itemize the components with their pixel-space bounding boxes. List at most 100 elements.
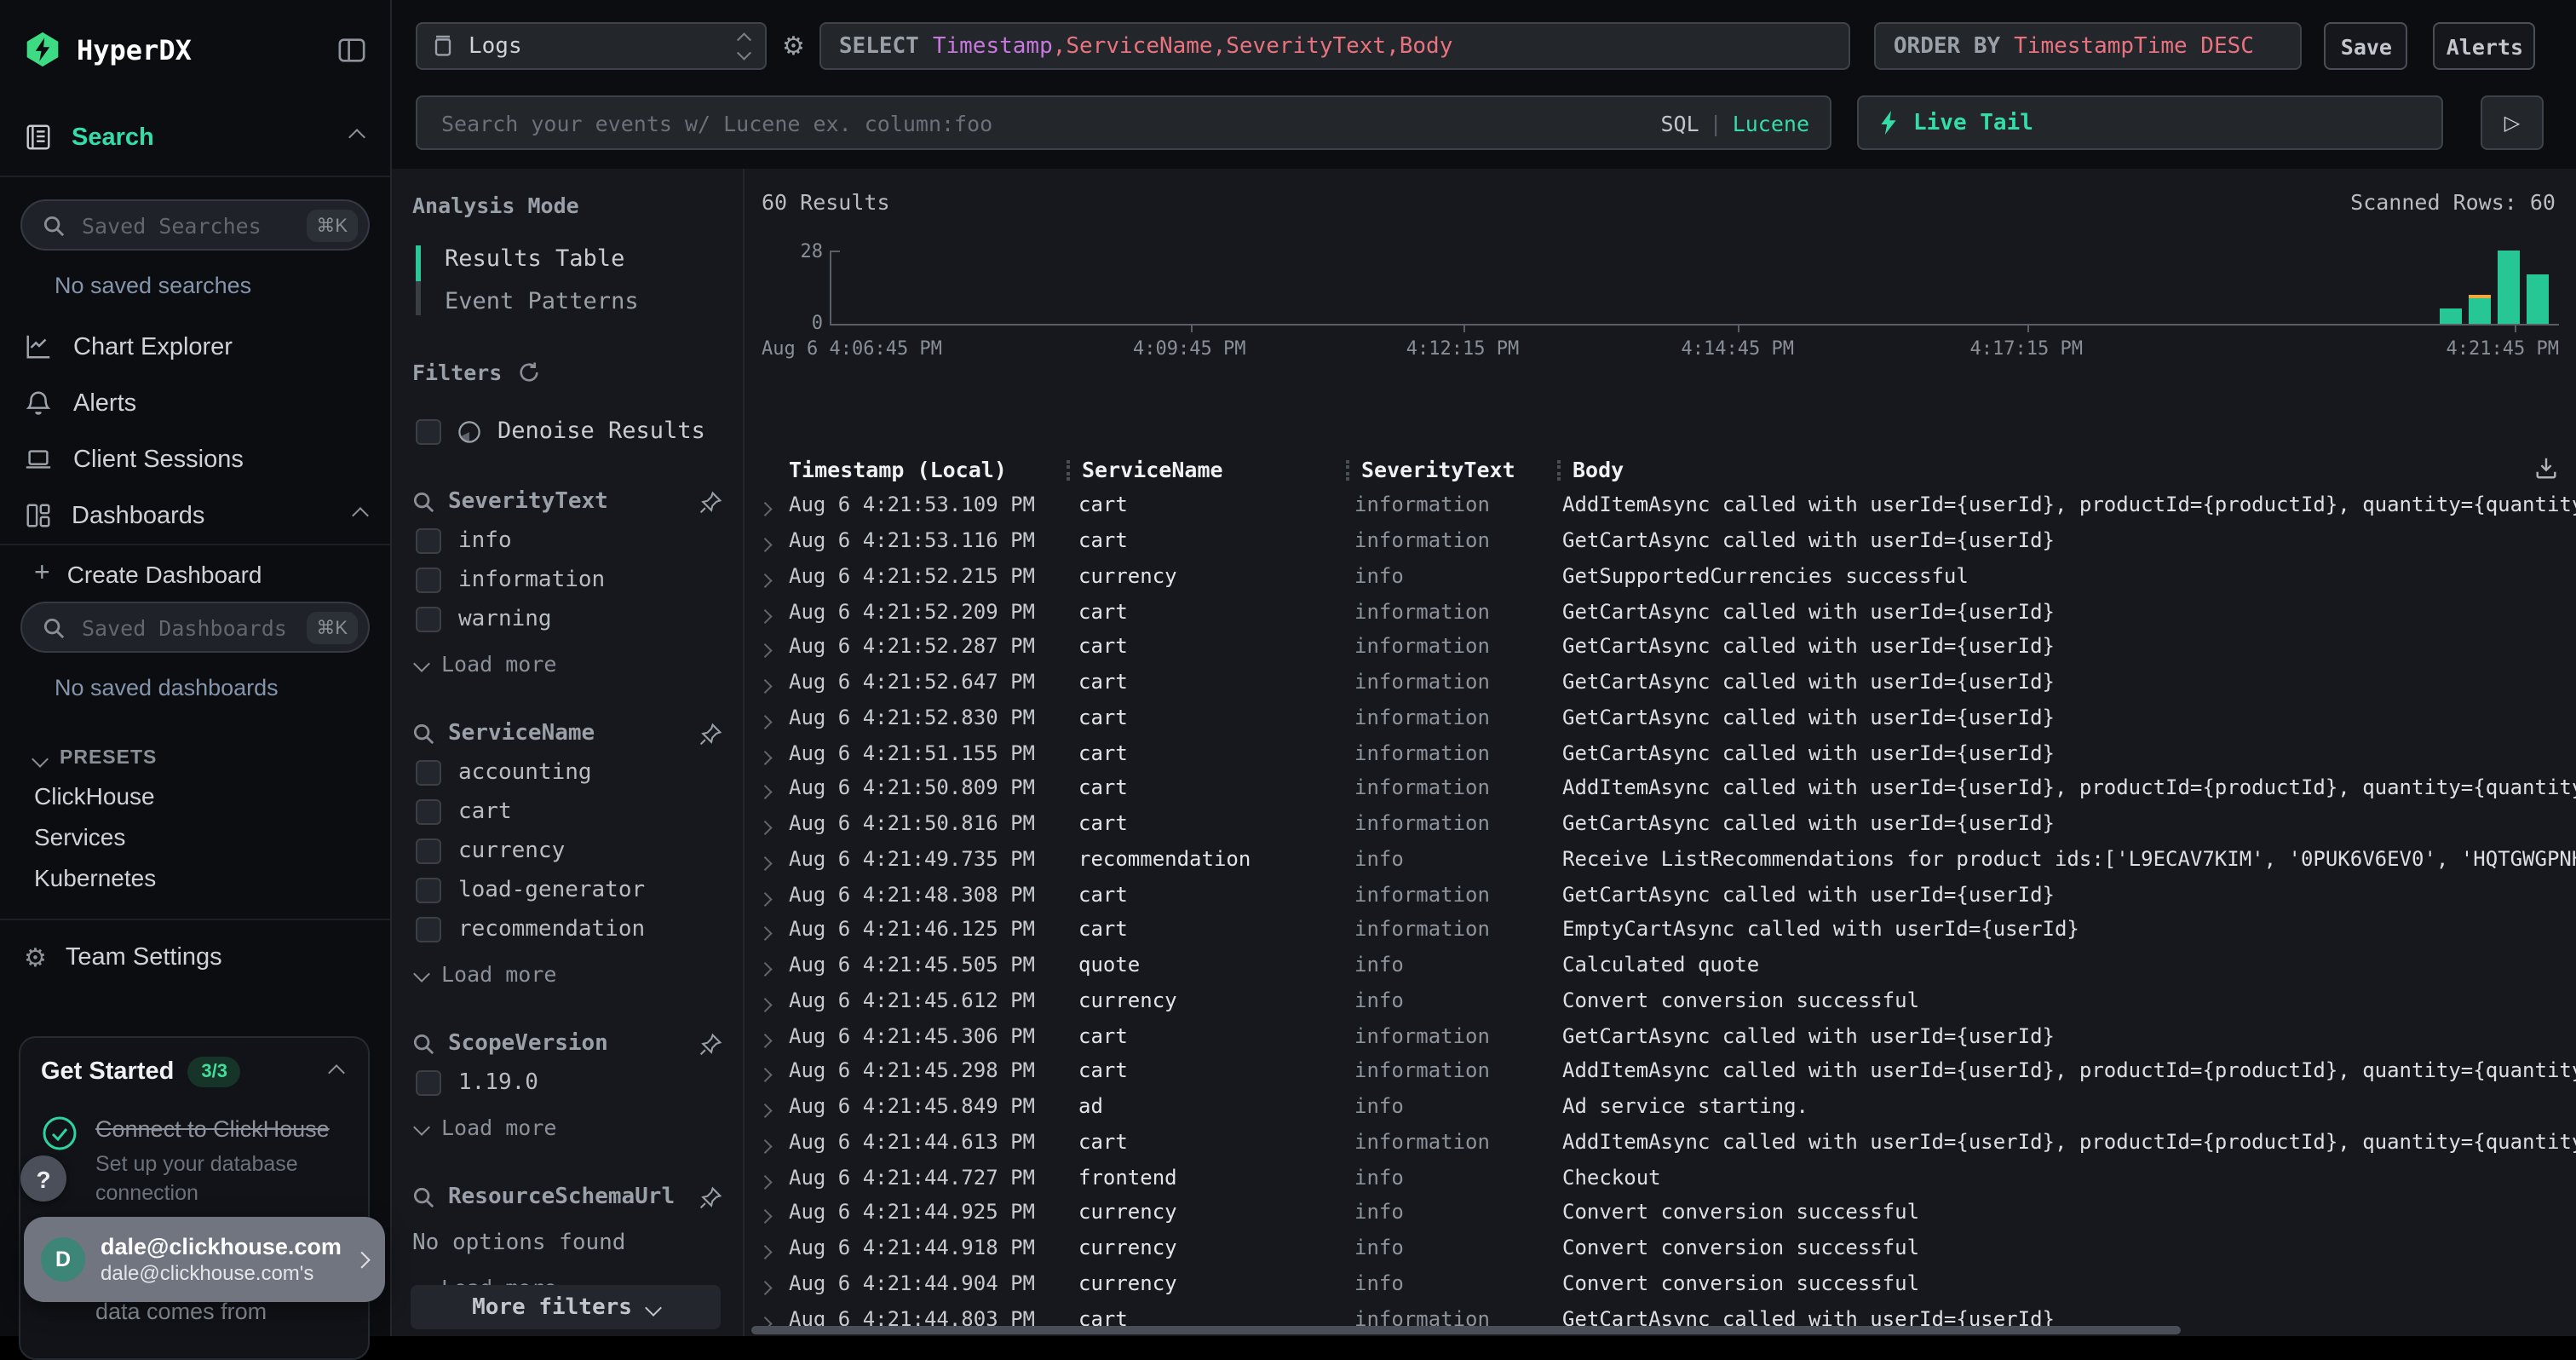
filter-option[interactable]: cart bbox=[416, 799, 722, 825]
row-expand-chevron-icon[interactable] bbox=[755, 1019, 789, 1052]
row-expand-chevron-icon[interactable] bbox=[755, 701, 789, 734]
saved-dashboards-input[interactable]: ⌘K bbox=[20, 602, 370, 653]
search-icon[interactable] bbox=[412, 1033, 434, 1055]
table-row[interactable]: Aug 6 4:21:53.116 PM cart information Ge… bbox=[745, 523, 2576, 559]
filter-option[interactable]: warning bbox=[416, 607, 722, 632]
row-expand-chevron-icon[interactable] bbox=[755, 1267, 789, 1299]
table-row[interactable]: Aug 6 4:21:50.816 PM cart information Ge… bbox=[745, 806, 2576, 842]
event-search-input[interactable] bbox=[438, 108, 1643, 137]
row-expand-chevron-icon[interactable] bbox=[755, 984, 789, 1017]
row-expand-chevron-icon[interactable] bbox=[755, 913, 789, 946]
row-expand-chevron-icon[interactable] bbox=[755, 843, 789, 875]
table-row[interactable]: Aug 6 4:21:50.809 PM cart information Ad… bbox=[745, 770, 2576, 806]
chevron-up-icon[interactable] bbox=[328, 1063, 345, 1081]
saved-dashboards-field[interactable] bbox=[78, 613, 292, 642]
pin-icon[interactable] bbox=[699, 1185, 722, 1209]
table-row[interactable]: Aug 6 4:21:52.287 PM cart information Ge… bbox=[745, 629, 2576, 665]
table-row[interactable]: Aug 6 4:21:45.306 PM cart information Ge… bbox=[745, 1018, 2576, 1054]
table-row[interactable]: Aug 6 4:21:52.830 PM cart information Ge… bbox=[745, 700, 2576, 735]
horizontal-scrollbar[interactable] bbox=[751, 1326, 2180, 1334]
load-more-button[interactable]: Load more bbox=[416, 1115, 722, 1140]
checkbox[interactable] bbox=[416, 528, 441, 554]
pin-icon[interactable] bbox=[699, 490, 722, 514]
download-icon[interactable] bbox=[2533, 455, 2559, 481]
refresh-icon[interactable] bbox=[517, 361, 539, 383]
row-expand-chevron-icon[interactable] bbox=[755, 948, 789, 981]
table-row[interactable]: Aug 6 4:21:53.109 PM cart information Ad… bbox=[745, 487, 2576, 523]
row-expand-chevron-icon[interactable] bbox=[755, 736, 789, 769]
table-row[interactable]: Aug 6 4:21:52.647 PM cart information Ge… bbox=[745, 665, 2576, 700]
run-query-button[interactable]: ▷ bbox=[2481, 95, 2544, 150]
help-button[interactable]: ? bbox=[20, 1155, 66, 1202]
query-language-toggle[interactable]: SQL|Lucene bbox=[1660, 110, 1809, 135]
row-expand-chevron-icon[interactable] bbox=[755, 1196, 789, 1229]
row-expand-chevron-icon[interactable] bbox=[755, 1161, 789, 1193]
table-row[interactable]: Aug 6 4:21:51.155 PM cart information Ge… bbox=[745, 735, 2576, 771]
presets-toggle[interactable]: PRESETS bbox=[34, 748, 390, 769]
lang-sql[interactable]: SQL bbox=[1660, 110, 1699, 135]
user-menu-popup[interactable]: D dale@clickhouse.com dale@clickhouse.co… bbox=[24, 1217, 385, 1302]
checkbox[interactable] bbox=[416, 917, 441, 942]
create-dashboard-button[interactable]: + Create Dashboard bbox=[0, 545, 390, 595]
search-icon[interactable] bbox=[412, 723, 434, 745]
sidebar-item-alerts[interactable]: Alerts bbox=[0, 375, 390, 431]
save-button[interactable]: Save bbox=[2325, 22, 2408, 70]
table-row[interactable]: Aug 6 4:21:48.308 PM cart information Ge… bbox=[745, 877, 2576, 913]
table-row[interactable]: Aug 6 4:21:52.209 PM cart information Ge… bbox=[745, 594, 2576, 630]
table-row[interactable]: Aug 6 4:21:45.505 PM quote info Calculat… bbox=[745, 948, 2576, 983]
checkbox[interactable] bbox=[416, 1070, 441, 1096]
sidebar-item-chart-explorer[interactable]: Chart Explorer bbox=[0, 319, 390, 375]
row-expand-chevron-icon[interactable] bbox=[755, 1055, 789, 1087]
table-row[interactable]: Aug 6 4:21:46.125 PM cart information Em… bbox=[745, 912, 2576, 948]
row-expand-chevron-icon[interactable] bbox=[755, 560, 789, 592]
filter-option[interactable]: 1.19.0 bbox=[416, 1070, 722, 1096]
row-expand-chevron-icon[interactable] bbox=[755, 1231, 789, 1264]
preset-item-services[interactable]: Services bbox=[0, 816, 390, 857]
filter-option[interactable]: info bbox=[416, 528, 722, 554]
event-search-bar[interactable]: SQL|Lucene bbox=[416, 95, 1831, 150]
alerts-button[interactable]: Alerts bbox=[2434, 22, 2536, 70]
table-row[interactable]: Aug 6 4:21:44.904 PM currency info Conve… bbox=[745, 1265, 2576, 1301]
checkbox[interactable] bbox=[416, 838, 441, 864]
row-expand-chevron-icon[interactable] bbox=[755, 631, 789, 663]
row-expand-chevron-icon[interactable] bbox=[755, 489, 789, 522]
row-expand-chevron-icon[interactable] bbox=[755, 772, 789, 804]
pin-icon[interactable] bbox=[699, 1032, 722, 1056]
table-row[interactable]: Aug 6 4:21:45.849 PM ad info Ad service … bbox=[745, 1089, 2576, 1125]
sidebar-item-search[interactable]: Search bbox=[0, 99, 390, 177]
column-header-body[interactable]: Body bbox=[1573, 457, 2576, 482]
checkbox[interactable] bbox=[416, 418, 441, 444]
gear-icon[interactable]: ⚙ bbox=[782, 31, 805, 61]
sidebar-collapse-icon[interactable] bbox=[337, 35, 366, 64]
table-row[interactable]: Aug 6 4:21:45.612 PM currency info Conve… bbox=[745, 983, 2576, 1018]
table-row[interactable]: Aug 6 4:21:44.925 PM currency info Conve… bbox=[745, 1195, 2576, 1230]
preset-item-kubernetes[interactable]: Kubernetes bbox=[0, 857, 390, 898]
table-row[interactable]: Aug 6 4:21:45.298 PM cart information Ad… bbox=[745, 1053, 2576, 1089]
row-expand-chevron-icon[interactable] bbox=[755, 1090, 789, 1122]
source-select[interactable]: Logs bbox=[416, 22, 767, 70]
filter-option[interactable]: currency bbox=[416, 838, 722, 864]
column-drag-handle-icon[interactable] bbox=[1557, 459, 1564, 480]
select-query-input[interactable]: SELECT Timestamp,ServiceName,SeverityTex… bbox=[820, 22, 1851, 70]
saved-searches-field[interactable] bbox=[78, 210, 292, 239]
table-row[interactable]: Aug 6 4:21:49.735 PM recommendation info… bbox=[745, 841, 2576, 877]
mode-event-patterns[interactable]: Event Patterns bbox=[445, 288, 639, 315]
row-expand-chevron-icon[interactable] bbox=[755, 1126, 789, 1158]
results-histogram[interactable]: 28 0 Aug 6 4:06:45 PM 4:09:45 PM 4:12:15… bbox=[755, 237, 2559, 360]
mode-results-table[interactable]: Results Table bbox=[445, 245, 639, 273]
checkbox[interactable] bbox=[416, 568, 441, 593]
sidebar-item-dashboards[interactable]: Dashboards bbox=[0, 487, 390, 545]
filter-option[interactable]: recommendation bbox=[416, 917, 722, 942]
sidebar-item-client-sessions[interactable]: Client Sessions bbox=[0, 431, 390, 487]
checkbox[interactable] bbox=[416, 878, 441, 903]
sidebar-item-team-settings[interactable]: ⚙ Team Settings bbox=[0, 920, 390, 995]
saved-searches-input[interactable]: ⌘K bbox=[20, 199, 370, 251]
table-row[interactable]: Aug 6 4:21:44.918 PM currency info Conve… bbox=[745, 1230, 2576, 1266]
search-icon[interactable] bbox=[412, 1186, 434, 1208]
pin-icon[interactable] bbox=[699, 722, 722, 746]
column-header-servicename[interactable]: ServiceName bbox=[1082, 457, 1337, 482]
filter-option[interactable]: information bbox=[416, 568, 722, 593]
table-row[interactable]: Aug 6 4:21:52.215 PM currency info GetSu… bbox=[745, 558, 2576, 594]
load-more-button[interactable]: Load more bbox=[416, 651, 722, 677]
column-header-timestamp[interactable]: Timestamp (Local) bbox=[789, 457, 1058, 482]
